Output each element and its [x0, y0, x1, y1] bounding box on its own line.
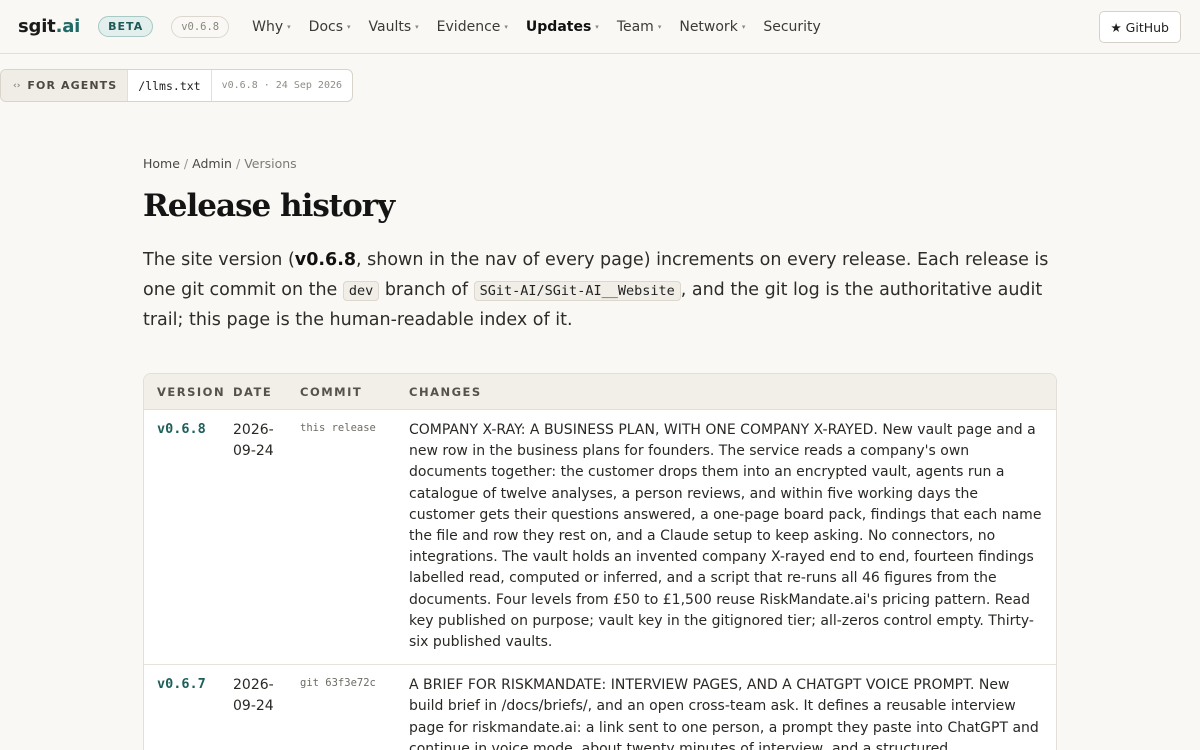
version-stamp: v0.6.8 · 24 Sep 2026 [221, 80, 343, 91]
brand-name: sgit [18, 16, 56, 37]
nav-item-label: Security [763, 18, 821, 35]
intro-paragraph: The site version (v0.6.8, shown in the n… [143, 246, 1057, 336]
chevron-down-icon: ▾ [415, 22, 419, 31]
nav-item-label: Evidence [436, 18, 501, 35]
row-commit: this release [300, 422, 376, 434]
nav-item-evidence[interactable]: Evidence ▾ [437, 19, 508, 35]
header-date: DATE [233, 384, 273, 399]
github-button[interactable]: ★ GitHub [1098, 11, 1181, 43]
chevron-down-icon: ▾ [287, 22, 291, 31]
nav-item-label: Docs [308, 18, 344, 35]
row-changes: A BRIEF FOR RISKMANDATE: INTERVIEW PAGES… [409, 677, 1039, 750]
row-commit: git 63f3e72c [300, 677, 376, 690]
for-agents-text: FOR AGENTS [27, 79, 118, 92]
main-menu: Why ▾ Docs ▾ Vaults ▾ Evidence ▾ Updates ▾ Te… [243, 19, 830, 35]
row-changes: COMPANY X-RAY: A BUSINESS PLAN, WITH ONE… [409, 422, 1042, 651]
breadcrumb-admin[interactable]: Admin [192, 156, 232, 171]
page-title: Release history [143, 188, 395, 224]
brand-suffix: .ai [55, 16, 81, 37]
chevron-down-icon: ▾ [504, 22, 508, 31]
intro-text: branch of [379, 279, 474, 300]
row-date: 2026- 09-24 [233, 422, 274, 460]
intro-version: v0.6.8 [294, 250, 357, 270]
top-nav: sgit.ai BETA v0.6.8 Why ▾ Docs ▾ Vaults ▾ E… [0, 0, 1200, 54]
breadcrumb-separator: / [183, 156, 189, 171]
llms-txt-link[interactable]: /llms.txt [128, 70, 212, 101]
chevron-down-icon: ▾ [595, 22, 599, 31]
nav-item-security[interactable]: Security [763, 19, 821, 35]
intro-text: The site version ( [143, 250, 295, 270]
nav-item-label: Updates [525, 18, 592, 35]
nav-item-label: Network [679, 18, 738, 35]
nav-item-updates[interactable]: Updates ▾ [526, 19, 599, 35]
main-content: Home / Admin / Versions Release history The … [143, 156, 1057, 750]
breadcrumb: Home / Admin / Versions [143, 156, 1057, 171]
nav-item-team[interactable]: Team ▾ [617, 19, 662, 35]
table-row: v0.6.7 2026- 09-24 git 63f3e72c A BRIEF … [144, 665, 1056, 750]
row-date: 2026- 09-24 [233, 677, 274, 715]
nav-item-vaults[interactable]: Vaults ▾ [369, 19, 419, 35]
nav-item-docs[interactable]: Docs ▾ [309, 19, 351, 35]
brand-logo[interactable]: sgit.ai [18, 16, 80, 37]
header-version: VERSION [157, 384, 226, 399]
table-row: v0.6.8 2026- 09-24 this release COMPANY … [144, 410, 1056, 666]
nav-item-label: Team [616, 18, 654, 35]
repo-code: SGit-AI/SGit-AI__Website [473, 280, 681, 301]
breadcrumb-current: Versions [244, 156, 297, 171]
version-badge: v0.6.8 [171, 15, 230, 38]
breadcrumb-home[interactable]: Home [143, 156, 180, 171]
code-icon: ‹› [13, 80, 21, 91]
nav-item-network[interactable]: Network ▾ [679, 19, 745, 35]
chevron-down-icon: ▾ [741, 22, 746, 31]
for-agents-label: ‹› FOR AGENTS [1, 70, 129, 101]
breadcrumb-separator: / [235, 156, 241, 171]
release-table: VERSION DATE COMMIT CHANGES v0.6.8 2026-… [143, 373, 1057, 750]
chevron-down-icon: ▾ [657, 22, 662, 31]
agents-bar: ‹› FOR AGENTS /llms.txt v0.6.8 · 24 Sep … [0, 69, 354, 102]
header-changes: CHANGES [409, 384, 482, 399]
row-version: v0.6.7 [157, 676, 206, 693]
table-header: VERSION DATE COMMIT CHANGES [144, 374, 1056, 410]
nav-item-why[interactable]: Why ▾ [252, 19, 291, 35]
nav-item-label: Vaults [368, 18, 412, 35]
github-label: ★ GitHub [1110, 19, 1170, 35]
row-version: v0.6.8 [157, 421, 206, 437]
header-commit: COMMIT [300, 384, 363, 399]
chevron-down-icon: ▾ [347, 22, 351, 31]
nav-item-label: Why [252, 18, 284, 35]
branch-code: dev [342, 280, 380, 301]
beta-badge: BETA [98, 16, 154, 37]
